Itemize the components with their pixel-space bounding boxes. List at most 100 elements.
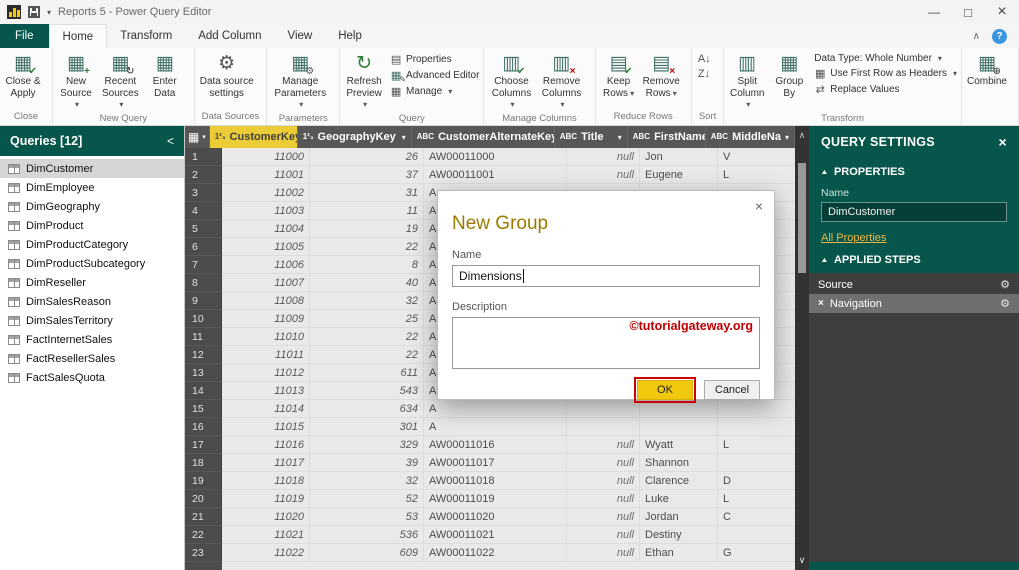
query-list-item[interactable]: DimEmployee xyxy=(0,178,184,197)
ribbon-button[interactable]: ▥ ✔ Choose Columns xyxy=(486,49,536,113)
cell-geographykey[interactable]: 25 xyxy=(310,310,424,328)
cell-firstname[interactable]: Clarence xyxy=(640,472,718,490)
cell-geographykey[interactable]: 609 xyxy=(310,544,424,562)
collapse-panel-icon[interactable] xyxy=(167,134,174,148)
cell-geographykey[interactable]: 31 xyxy=(310,184,424,202)
row-number[interactable]: 17 xyxy=(185,436,222,454)
ribbon-button[interactable]: A↓ xyxy=(698,53,715,65)
row-number[interactable]: 3 xyxy=(185,184,222,202)
ribbon-tab[interactable]: Home xyxy=(48,24,108,48)
cell-customerkey[interactable]: 11004 xyxy=(222,220,310,238)
column-header[interactable]: ABC CustomerAlternateKey xyxy=(412,126,555,148)
cell-firstname[interactable]: Destiny xyxy=(640,526,718,544)
cell-middlename[interactable]: D xyxy=(718,472,795,490)
row-number[interactable]: 14 xyxy=(185,382,222,400)
cell-geographykey[interactable]: 536 xyxy=(310,526,424,544)
cell-geographykey[interactable]: 37 xyxy=(310,166,424,184)
table-menu-button[interactable] xyxy=(185,126,210,148)
row-number[interactable]: 10 xyxy=(185,310,222,328)
cell-title[interactable] xyxy=(567,418,640,436)
query-list-item[interactable]: FactInternetSales xyxy=(0,330,184,349)
query-list-item[interactable]: DimReseller xyxy=(0,273,184,292)
ribbon-button[interactable]: Z↓ xyxy=(698,68,715,80)
cell-middlename[interactable]: L xyxy=(718,166,795,184)
cell-geographykey[interactable]: 19 xyxy=(310,220,424,238)
cell-title[interactable]: null xyxy=(567,526,640,544)
cell-customerkey[interactable]: 11017 xyxy=(222,454,310,472)
cell-customerkey[interactable]: 11007 xyxy=(222,274,310,292)
cell-title[interactable]: null xyxy=(567,166,640,184)
ribbon-button[interactable]: ▥ Split Column xyxy=(726,49,768,113)
cell-middlename[interactable]: G xyxy=(718,544,795,562)
cell-customerkey[interactable]: 11002 xyxy=(222,184,310,202)
cell-firstname[interactable]: Shannon xyxy=(640,454,718,472)
close-panel-icon[interactable] xyxy=(999,134,1007,150)
ribbon-tab[interactable]: Transform xyxy=(107,24,185,48)
cell-customeralternatekey[interactable]: AW00011000 xyxy=(424,148,567,166)
cell-middlename[interactable] xyxy=(718,526,795,544)
query-list-item[interactable]: DimCustomer xyxy=(0,159,184,178)
filter-dropdown-icon[interactable] xyxy=(402,133,406,142)
query-list-item[interactable]: DimGeography xyxy=(0,197,184,216)
cell-firstname[interactable] xyxy=(640,418,718,436)
cell-geographykey[interactable]: 634 xyxy=(310,400,424,418)
collapse-ribbon-icon[interactable] xyxy=(973,30,980,42)
minimize-icon[interactable] xyxy=(917,0,951,24)
ribbon-button[interactable]: ▥ × Remove Columns xyxy=(537,49,587,113)
cell-customeralternatekey[interactable]: AW00011001 xyxy=(424,166,567,184)
ribbon-button[interactable]: ▦ Enter Data xyxy=(144,49,186,113)
row-number[interactable]: 15 xyxy=(185,400,222,418)
ribbon-tab[interactable]: Add Column xyxy=(185,24,274,48)
cell-customerkey[interactable]: 11001 xyxy=(222,166,310,184)
query-list-item[interactable]: DimProductCategory xyxy=(0,235,184,254)
quick-access-dropdown-icon[interactable] xyxy=(47,6,51,18)
step-settings-gear-icon[interactable] xyxy=(1000,297,1010,310)
cell-geographykey[interactable]: 8 xyxy=(310,256,424,274)
ribbon-button[interactable]: ▤ ✔ Keep Rows xyxy=(598,49,640,101)
ribbon-button[interactable]: ▦ ⊕ Combine xyxy=(964,49,1010,90)
ribbon-button[interactable]: ▦ ⚙ Manage Parameters xyxy=(269,49,331,113)
cell-customeralternatekey[interactable]: AW00011020 xyxy=(424,508,567,526)
scroll-down-icon[interactable] xyxy=(799,555,806,566)
cell-customerkey[interactable]: 11000 xyxy=(222,148,310,166)
column-header[interactable]: ABC MiddleNa xyxy=(706,126,795,148)
save-icon[interactable] xyxy=(28,6,40,18)
cell-title[interactable]: null xyxy=(567,472,640,490)
cell-customerkey[interactable]: 11016 xyxy=(222,436,310,454)
cell-geographykey[interactable]: 32 xyxy=(310,472,424,490)
cell-title[interactable]: null xyxy=(567,436,640,454)
ribbon-button[interactable]: ▦ Use First Row as Headers xyxy=(814,67,957,80)
cell-firstname[interactable]: Jon xyxy=(640,148,718,166)
ribbon-tab[interactable]: View xyxy=(275,24,326,48)
vertical-scrollbar[interactable] xyxy=(795,126,809,570)
filter-dropdown-icon[interactable] xyxy=(785,133,789,142)
cell-firstname[interactable]: Ethan xyxy=(640,544,718,562)
row-number[interactable]: 12 xyxy=(185,346,222,364)
column-header[interactable]: 1²₃ GeographyKey xyxy=(298,126,412,148)
cell-firstname[interactable]: Eugene xyxy=(640,166,718,184)
cell-geographykey[interactable]: 611 xyxy=(310,364,424,382)
row-number[interactable]: 18 xyxy=(185,454,222,472)
cell-middlename[interactable]: V xyxy=(718,148,795,166)
cell-customerkey[interactable]: 11021 xyxy=(222,526,310,544)
cell-geographykey[interactable]: 40 xyxy=(310,274,424,292)
cell-geographykey[interactable]: 52 xyxy=(310,490,424,508)
maximize-icon[interactable] xyxy=(951,0,985,24)
properties-section-header[interactable]: PROPERTIES xyxy=(809,158,1019,178)
row-number[interactable]: 6 xyxy=(185,238,222,256)
cell-middlename[interactable]: L xyxy=(718,436,795,454)
scrollbar-thumb[interactable] xyxy=(798,163,806,273)
group-description-input[interactable]: ©tutorialgateway.org xyxy=(452,317,760,369)
ribbon-button[interactable]: ▦ ✔ Close & Apply xyxy=(2,49,44,101)
ok-button[interactable]: OK xyxy=(637,380,693,400)
help-icon[interactable] xyxy=(992,28,1007,44)
cell-customerkey[interactable]: 11014 xyxy=(222,400,310,418)
row-number[interactable]: 1 xyxy=(185,148,222,166)
cell-customeralternatekey[interactable]: AW00011021 xyxy=(424,526,567,544)
row-number[interactable]: 5 xyxy=(185,220,222,238)
cell-geographykey[interactable]: 53 xyxy=(310,508,424,526)
applied-steps-section-header[interactable]: APPLIED STEPS xyxy=(809,246,1019,266)
ribbon-button[interactable]: Data Type: Whole Number xyxy=(814,53,957,64)
row-number[interactable]: 22 xyxy=(185,526,222,544)
group-name-input[interactable]: Dimensions xyxy=(452,265,760,287)
